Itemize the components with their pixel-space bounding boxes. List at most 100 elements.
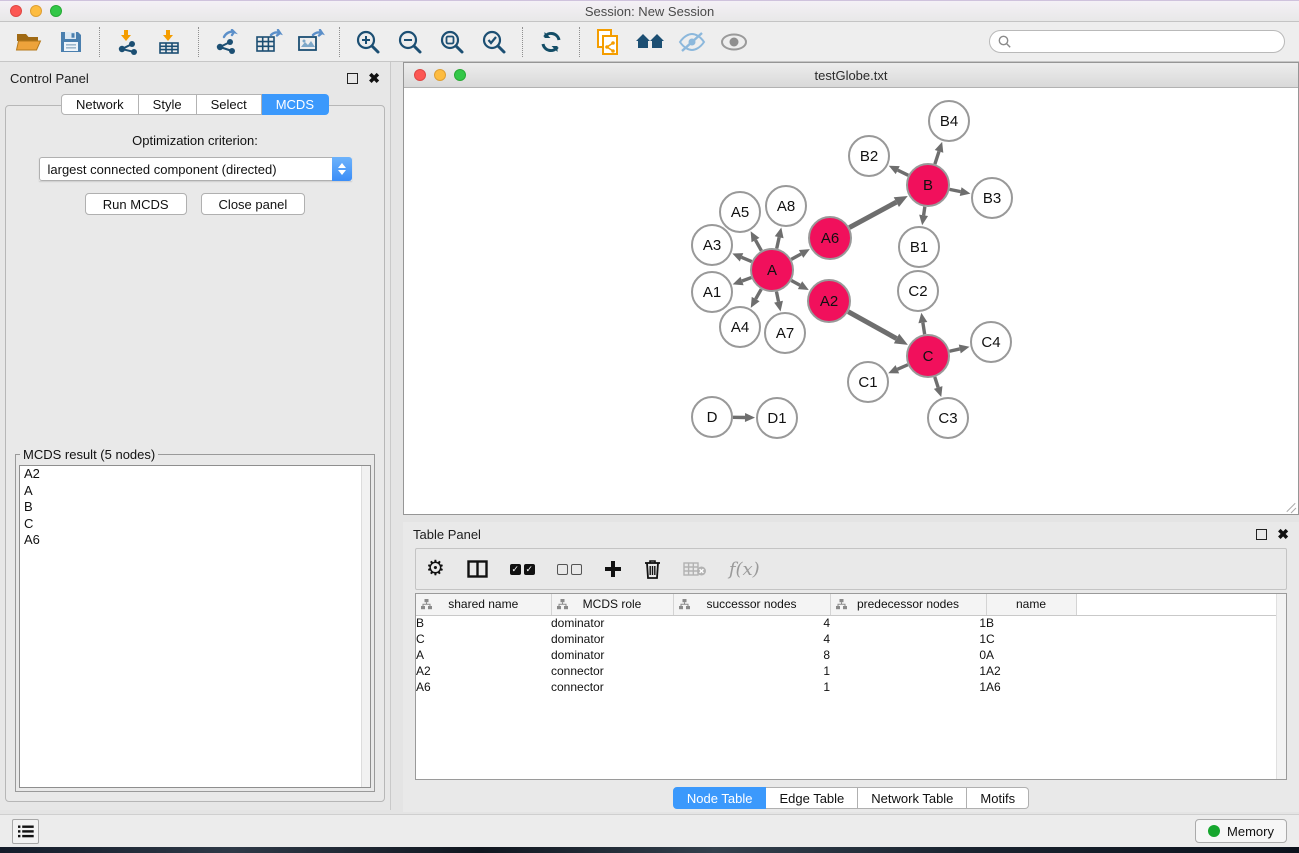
column-header-successor-nodes[interactable]: successor nodes [673,594,830,615]
column-header-shared-name[interactable]: shared name [416,594,551,615]
zoom-out-icon[interactable] [389,26,431,58]
float-table-panel-icon[interactable] [1256,529,1267,540]
table-row[interactable]: Cdominator41C [416,631,1286,647]
graph-node-A3[interactable]: A3 [692,225,732,265]
tab-motifs[interactable]: Motifs [967,787,1029,809]
result-list-item[interactable]: B [20,499,370,516]
search-input-box[interactable] [989,30,1285,53]
import-table-icon[interactable] [149,26,191,58]
graph-edge-A-A2[interactable] [791,281,800,286]
graph-node-D1[interactable]: D1 [757,398,797,438]
graph-node-A4[interactable]: A4 [720,307,760,347]
close-table-panel-icon[interactable]: ✖ [1277,529,1289,540]
table-row[interactable]: A6connector11A6 [416,679,1286,695]
graph-node-B1[interactable]: B1 [899,227,939,267]
graph-node-A6[interactable]: A6 [809,217,851,259]
duplicate-network-icon[interactable] [587,26,629,58]
graph-node-A[interactable]: A [751,249,793,291]
result-list-item[interactable]: A6 [20,532,370,549]
graph-edge-B-B3[interactable] [950,189,961,191]
column-header-mcds-role[interactable]: MCDS role [551,594,673,615]
float-panel-icon[interactable] [347,73,358,84]
result-list-item[interactable]: A [20,483,370,500]
graph-edge-A-A3[interactable] [742,257,752,261]
graph-edge-A6-B[interactable] [849,202,896,227]
graph-edge-B-B2[interactable] [898,170,909,175]
graph-edge-A-A8[interactable] [777,237,779,248]
graph-edge-A-A6[interactable] [791,254,801,259]
tab-network-table[interactable]: Network Table [858,787,967,809]
table-row[interactable]: Adominator80A [416,647,1286,663]
close-panel-button[interactable]: Close panel [201,193,306,215]
memory-button[interactable]: Memory [1195,819,1287,843]
graph-edge-C-C3[interactable] [935,377,938,388]
run-mcds-button[interactable]: Run MCDS [85,193,187,215]
save-session-icon[interactable] [50,26,92,58]
column-header-name[interactable]: name [986,594,1076,615]
export-network-icon[interactable] [206,26,248,58]
hide-selected-icon[interactable] [671,26,713,58]
graph-node-B[interactable]: B [907,164,949,206]
zoom-in-icon[interactable] [347,26,389,58]
network-graph[interactable]: B4B2BB3A5A8A6A3B1AA1C2A2A4A7C4CC1C3DD1 [404,88,1298,514]
window-resize-grip[interactable] [1285,501,1297,513]
graph-edge-A-A5[interactable] [755,240,761,251]
open-session-icon[interactable] [8,26,50,58]
tab-mcds[interactable]: MCDS [262,94,329,115]
table-scrollbar[interactable] [1276,594,1286,779]
show-columns-icon[interactable] [467,560,488,578]
import-network-icon[interactable] [107,26,149,58]
task-history-button[interactable] [12,819,39,844]
delete-table-icon[interactable] [683,561,707,577]
graph-node-A1[interactable]: A1 [692,272,732,312]
graph-node-A5[interactable]: A5 [720,192,760,232]
zoom-selected-icon[interactable] [473,26,515,58]
deselect-all-icon[interactable] [557,564,582,575]
graph-node-B4[interactable]: B4 [929,101,969,141]
graph-node-A8[interactable]: A8 [766,186,806,226]
close-panel-icon[interactable]: ✖ [368,73,380,84]
graph-edge-C-C4[interactable] [949,349,959,351]
add-column-plus-icon[interactable] [604,560,622,578]
tab-network[interactable]: Network [61,94,139,115]
select-all-icon[interactable]: ✓ ✓ [510,564,535,575]
graph-node-D[interactable]: D [692,397,732,437]
first-neighbors-icon[interactable] [629,26,671,58]
refresh-icon[interactable] [530,26,572,58]
result-scrollbar[interactable] [361,466,370,787]
graph-node-C4[interactable]: C4 [971,322,1011,362]
graph-edge-A-A1[interactable] [742,278,751,281]
delete-trash-icon[interactable] [644,559,661,579]
graph-node-C3[interactable]: C3 [928,398,968,438]
column-header-predecessor-nodes[interactable]: predecessor nodes [830,594,986,615]
search-input[interactable] [1012,35,1284,49]
graph-node-A2[interactable]: A2 [808,280,850,322]
tab-style[interactable]: Style [139,94,197,115]
network-canvas[interactable]: B4B2BB3A5A8A6A3B1AA1C2A2A4A7C4CC1C3DD1 [404,88,1298,514]
graph-node-C[interactable]: C [907,335,949,377]
table-row[interactable]: A2connector11A2 [416,663,1286,679]
graph-node-B2[interactable]: B2 [849,136,889,176]
graph-node-C2[interactable]: C2 [898,271,938,311]
function-builder-icon[interactable]: f(x) [729,559,760,580]
graph-edge-A2-C[interactable] [848,312,896,339]
graph-edge-A-A4[interactable] [756,289,762,299]
tab-select[interactable]: Select [197,94,262,115]
graph-edge-C-C1[interactable] [897,365,907,370]
result-list-item[interactable]: C [20,516,370,533]
table-settings-gear-icon[interactable]: ⚙ [426,559,445,579]
show-all-icon[interactable] [713,26,755,58]
table-row[interactable]: Bdominator41B [416,615,1286,631]
tab-node-table[interactable]: Node Table [673,787,767,809]
optimization-dropdown[interactable]: largest connected component (directed) [39,157,352,181]
zoom-fit-icon[interactable] [431,26,473,58]
graph-edge-C-C2[interactable] [923,323,925,335]
export-table-icon[interactable] [248,26,290,58]
result-list-item[interactable]: A2 [20,466,370,483]
graph-edge-B-B1[interactable] [924,207,925,216]
graph-node-C1[interactable]: C1 [848,362,888,402]
graph-edge-A-A7[interactable] [776,292,778,302]
graph-edge-B-B4[interactable] [935,151,939,164]
export-image-icon[interactable] [290,26,332,58]
tab-edge-table[interactable]: Edge Table [766,787,858,809]
